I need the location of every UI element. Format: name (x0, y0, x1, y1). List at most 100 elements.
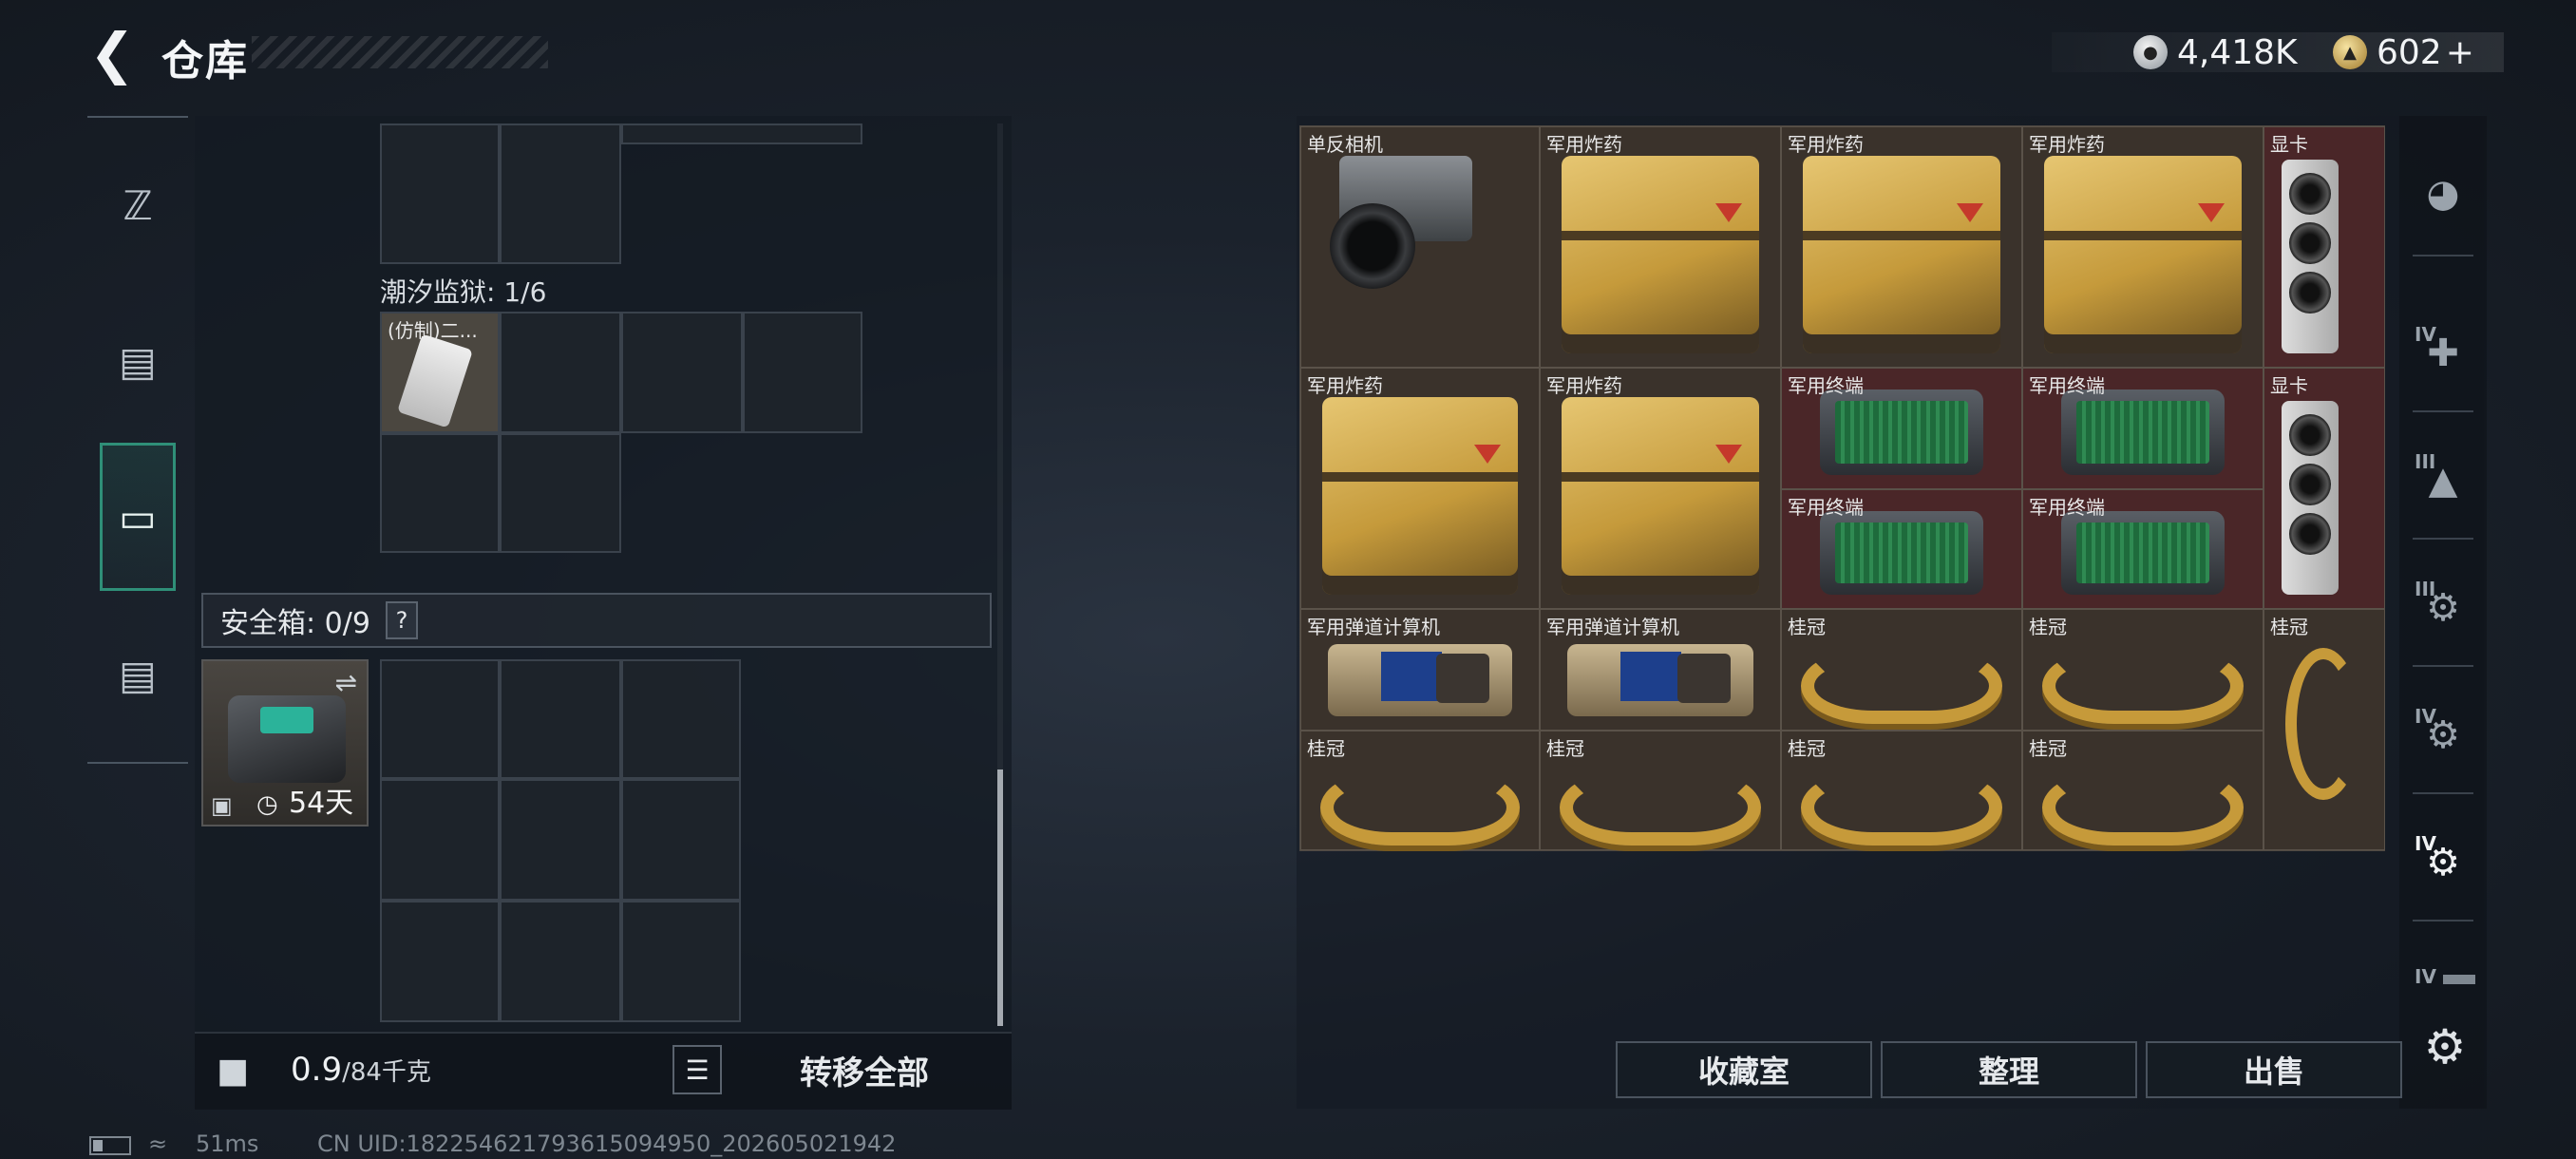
swap-icon[interactable]: ⇌ (335, 667, 357, 698)
item-name: 军用终端 (1788, 496, 1864, 519)
item-name: 军用弹道计算机 (1307, 616, 1440, 638)
item-name: 桂冠 (1788, 616, 1826, 638)
safebox-slot[interactable] (380, 901, 500, 1022)
item-name: 桂冠 (1307, 737, 1345, 760)
add-gold-icon[interactable]: + (2446, 33, 2474, 72)
pistol-icon[interactable]: ℤ (100, 139, 176, 272)
safebox-slot[interactable] (500, 901, 621, 1022)
stash-item[interactable]: 军用终端 (1781, 489, 2022, 609)
item-name: 显卡 (2270, 133, 2308, 156)
sell-button[interactable]: 出售 (2146, 1041, 2402, 1098)
tide-item-slot[interactable]: (仿制)二... (380, 312, 500, 433)
stash-item[interactable]: 军用炸药 (2022, 126, 2263, 368)
rail-divider (2413, 410, 2473, 412)
stash-item[interactable]: 军用终端 (2022, 489, 2263, 609)
stash-item[interactable]: 桂冠 (1781, 609, 2022, 731)
gold-currency[interactable]: ▲ 602 + (2333, 32, 2474, 72)
stash-item[interactable]: 军用终端 (2022, 368, 2263, 489)
card-case-icon[interactable] (2443, 975, 2475, 984)
item-name: 军用终端 (1788, 374, 1864, 397)
graphics-card-icon (2282, 401, 2339, 595)
stash-item[interactable]: 军用弹道计算机 (1540, 609, 1781, 731)
military-terminal-icon (1820, 511, 1983, 595)
collection-room-button[interactable]: 收藏室 (1616, 1041, 1872, 1098)
tide-prison-label: 潮汐监狱: 1/6 (380, 276, 547, 308)
graphics-card-icon (2282, 160, 2339, 353)
page-title: 仓库 (161, 37, 249, 86)
safebox-slot[interactable] (380, 779, 500, 901)
laurel-crown-icon (1801, 770, 2002, 846)
ballistic-computer-icon (1567, 644, 1753, 716)
document-card-icon (397, 333, 473, 428)
inventory-slot[interactable] (380, 124, 500, 264)
backpack-icon[interactable]: ▭ (100, 443, 176, 591)
stash-item[interactable]: 军用炸药 (1781, 126, 2022, 368)
transfer-all-button[interactable]: 转移全部 (741, 1041, 988, 1098)
help-icon[interactable]: ? (385, 601, 418, 639)
stash-item[interactable]: 军用炸药 (1540, 368, 1781, 609)
sort-button[interactable]: 整理 (1881, 1041, 2137, 1098)
stash-item[interactable]: 军用炸药 (1540, 126, 1781, 368)
stash-item[interactable]: 显卡 (2263, 126, 2385, 368)
inventory-slot[interactable] (743, 312, 862, 433)
item-name: 军用炸药 (2029, 133, 2105, 156)
item-name: 军用弹道计算机 (1546, 616, 1679, 638)
safebox-slot[interactable] (621, 901, 741, 1022)
stash-item[interactable]: 单反相机 (1300, 126, 1540, 368)
back-arrow-icon[interactable]: ❮ (84, 21, 141, 86)
gear-icon[interactable]: ⚙ (2418, 1019, 2472, 1074)
safebox-item[interactable]: ⇌ ▣ ◷ 54天 (201, 659, 369, 826)
stash-item[interactable]: 桂冠 (2022, 609, 2263, 731)
stash-item[interactable]: 桂冠 (2263, 609, 2385, 850)
stash-item[interactable]: 桂冠 (1781, 731, 2022, 850)
gold-coin-icon: ▲ (2333, 35, 2367, 69)
tier-label: IV (2415, 832, 2436, 855)
item-name: 单反相机 (1307, 133, 1383, 156)
tier-label: IV (2415, 965, 2436, 988)
safebox-case-icon (228, 695, 346, 783)
stash-item[interactable]: 军用炸药 (1300, 368, 1540, 609)
uid-text: CN UID:182254621793615094950_20260502194… (317, 1130, 897, 1157)
inventory-slot[interactable] (500, 312, 621, 433)
stash-item[interactable]: 军用终端 (1781, 368, 2022, 489)
safebox-slot[interactable] (621, 659, 741, 779)
stash-item[interactable]: 桂冠 (1540, 731, 1781, 850)
vest-icon[interactable]: ▤ (100, 294, 176, 428)
stash-item[interactable]: 桂冠 (1300, 731, 1540, 850)
stash-item[interactable]: 显卡 (2263, 368, 2385, 609)
helmet-icon[interactable]: ◕ (2409, 160, 2477, 228)
safebox-slot[interactable] (500, 779, 621, 901)
item-name: 桂冠 (2029, 616, 2067, 638)
tier-label: III (2415, 450, 2436, 473)
rail-divider (2413, 538, 2473, 540)
item-name: 军用炸药 (1546, 374, 1622, 397)
inventory-slot[interactable] (500, 433, 621, 553)
safebox-slot[interactable] (621, 779, 741, 901)
item-name: 军用炸药 (1788, 133, 1864, 156)
inventory-slot[interactable] (621, 312, 743, 433)
tier-label: IV (2415, 705, 2436, 728)
inventory-slot[interactable] (380, 433, 500, 553)
inventory-scroll-thumb[interactable] (997, 770, 1003, 1026)
ping-text: 51ms (196, 1130, 259, 1157)
laurel-crown-icon (2042, 770, 2244, 846)
inventory-slot[interactable] (500, 124, 621, 264)
item-name: 桂冠 (1788, 737, 1826, 760)
gold-amount: 602 (2377, 32, 2442, 72)
explosive-crate-icon (1562, 156, 1759, 353)
toolbox-icon[interactable]: ▤ (100, 608, 176, 741)
safebox-duration: 54天 (289, 787, 354, 820)
weight-value: 0.9 (291, 1051, 343, 1089)
safebox-slot[interactable] (380, 659, 500, 779)
item-name: 桂冠 (1546, 737, 1584, 760)
weight-icon: ■ (216, 1051, 249, 1091)
list-icon[interactable]: ☰ (672, 1045, 722, 1094)
safebox-slot[interactable] (500, 659, 621, 779)
stash-item[interactable]: 桂冠 (2022, 731, 2263, 850)
item-name: 显卡 (2270, 374, 2308, 397)
tier-label: III (2415, 578, 2436, 600)
item-name: 军用终端 (2029, 496, 2105, 519)
stash-item[interactable]: 军用弹道计算机 (1300, 609, 1540, 731)
inventory-slot[interactable] (621, 124, 862, 144)
rail-divider (2413, 920, 2473, 922)
